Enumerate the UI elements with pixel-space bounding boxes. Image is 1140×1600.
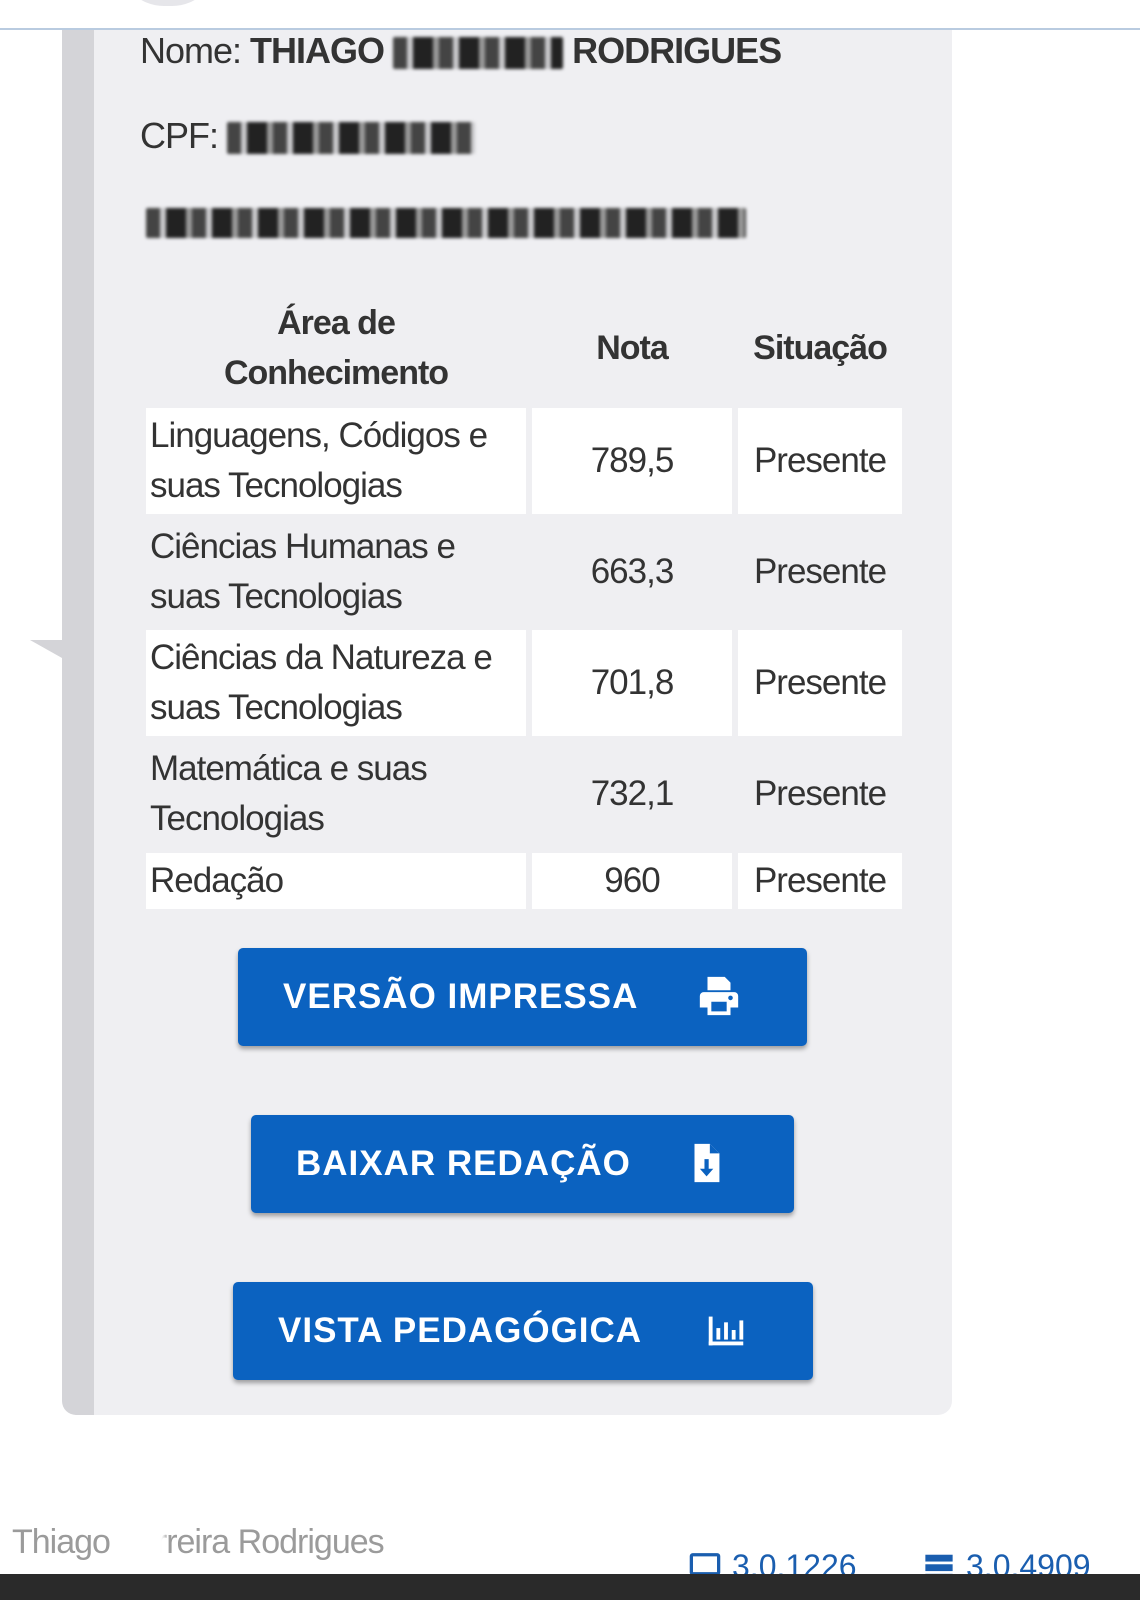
cell-situacao: Presente bbox=[738, 853, 902, 909]
first-name: THIAGO bbox=[250, 30, 385, 71]
footer-name-end: erreira Rodrigues bbox=[137, 1523, 385, 1561]
last-name: RODRIGUES bbox=[572, 30, 782, 71]
cell-situacao: Presente bbox=[738, 630, 902, 736]
student-name: Nome: THIAGO RODRIGUES bbox=[140, 30, 782, 72]
header-area: Área de Conhecimento bbox=[146, 298, 526, 398]
cell-nota: 701,8 bbox=[532, 630, 732, 736]
table-row: Ciências da Natureza e suas Tecnologias 7… bbox=[146, 630, 902, 736]
name-label: Nome: bbox=[140, 30, 242, 71]
header-situacao: Situação bbox=[753, 329, 888, 367]
area-line2: Tecnologias bbox=[150, 799, 325, 838]
redacted-middle-name bbox=[393, 37, 564, 70]
cell-area: Matemática e suas Tecnologias bbox=[146, 741, 526, 847]
area-line1: Matemática e suas bbox=[150, 749, 428, 788]
cell-area: Linguagens, Códigos e suas Tecnologias bbox=[146, 408, 526, 514]
print-version-label: VERSÃO IMPRESSA bbox=[283, 977, 639, 1016]
cell-nota: 960 bbox=[532, 853, 732, 909]
redacted-registration bbox=[146, 208, 746, 239]
student-cpf: CPF: bbox=[140, 115, 476, 157]
cell-situacao: Presente bbox=[753, 774, 887, 813]
avatar-edge bbox=[118, 0, 218, 6]
table-row: Matemática e suas Tecnologias 732,1 Prese… bbox=[146, 741, 902, 847]
bar-chart-icon bbox=[708, 1316, 744, 1346]
cell-nota: 732,1 bbox=[590, 774, 675, 813]
table-row: Redação 960 Presente bbox=[146, 853, 902, 909]
footer-redaction bbox=[125, 1522, 165, 1568]
print-version-button[interactable]: VERSÃO IMPRESSA bbox=[238, 948, 807, 1046]
card-side-shadow bbox=[62, 30, 94, 1415]
pedagogic-view-button[interactable]: VISTA PEDAGÓGICA bbox=[233, 1282, 813, 1380]
cpf-label: CPF: bbox=[140, 115, 219, 156]
cell-area: Ciências da Natureza e suas Tecnologias bbox=[146, 630, 526, 736]
area-line1: Ciências da Natureza e bbox=[150, 638, 493, 677]
cell-area: Redação bbox=[146, 853, 526, 909]
area-line2: suas Tecnologias bbox=[150, 688, 403, 727]
cell-area: Ciências Humanas e suas Tecnologias bbox=[146, 519, 526, 625]
pedagogic-view-label: VISTA PEDAGÓGICA bbox=[278, 1311, 643, 1350]
cell-situacao: Presente bbox=[738, 408, 902, 514]
printer-icon bbox=[699, 976, 739, 1016]
header-area-line2: Conhecimento bbox=[223, 354, 449, 392]
header-nota: Nota bbox=[596, 329, 669, 367]
header-area-line1: Área de bbox=[277, 304, 396, 342]
file-download-icon bbox=[694, 1143, 720, 1183]
footer-user-name: Thiago erreira Rodrigues bbox=[12, 1523, 385, 1562]
download-essay-button[interactable]: BAIXAR REDAÇÃO bbox=[251, 1115, 794, 1213]
cell-nota: 789,5 bbox=[532, 408, 732, 514]
download-essay-label: BAIXAR REDAÇÃO bbox=[296, 1144, 631, 1183]
cell-nota: 663,3 bbox=[590, 552, 675, 591]
footer-name-start: Thiago bbox=[12, 1523, 111, 1561]
area-line1: Ciências Humanas e bbox=[150, 527, 456, 566]
cell-situacao: Presente bbox=[753, 552, 887, 591]
redacted-cpf bbox=[227, 122, 476, 155]
table-row: Linguagens, Códigos e suas Tecnologias 78… bbox=[146, 408, 902, 514]
bottom-bar bbox=[0, 1574, 1140, 1600]
card-notch bbox=[30, 640, 62, 658]
area-line1: Linguagens, Códigos e bbox=[150, 416, 488, 455]
area-line2: suas Tecnologias bbox=[150, 577, 403, 616]
area-line2: suas Tecnologias bbox=[150, 466, 403, 505]
student-registration bbox=[140, 200, 746, 242]
table-row: Ciências Humanas e suas Tecnologias 663,3… bbox=[146, 519, 902, 625]
